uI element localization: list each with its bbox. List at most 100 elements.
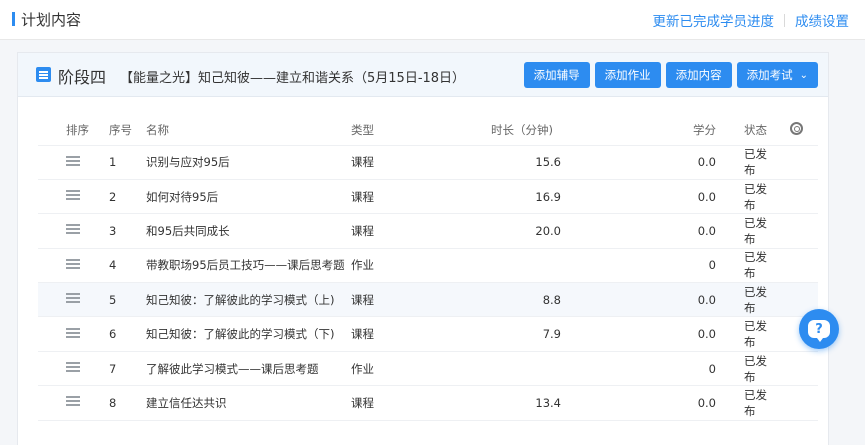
row-index: 5 <box>91 282 146 318</box>
drag-handle[interactable] <box>38 351 91 387</box>
add-exam-label: 添加考试 <box>746 68 793 82</box>
row-index: 4 <box>91 248 146 284</box>
row-credit: 0 <box>561 248 716 284</box>
drag-handle[interactable] <box>38 213 91 249</box>
row-duration: 13.4 <box>451 385 561 421</box>
row-name: 建立信任达共识 <box>146 385 351 421</box>
table-row[interactable]: 7 了解彼此学习模式——课后思考题 作业 0 已发布 <box>38 351 818 387</box>
drag-handle-icon <box>66 188 80 202</box>
row-status: 已发布 <box>716 145 774 180</box>
stage-name: 阶段四 <box>58 68 107 87</box>
drag-handle-icon <box>66 154 80 168</box>
row-credit: 0.0 <box>561 282 716 318</box>
row-index: 6 <box>91 316 146 352</box>
table-row[interactable]: 6 知己知彼：了解彼此的学习模式（下) 课程 7.9 0.0 已发布 <box>38 316 818 352</box>
chevron-down-icon: ⌄ <box>799 69 808 81</box>
update-progress-link[interactable]: 更新已完成学员进度 <box>653 10 775 30</box>
drag-handle[interactable] <box>38 282 91 318</box>
row-status: 已发布 <box>716 248 774 284</box>
gear-icon <box>789 121 803 135</box>
header-index: 序号 <box>91 115 146 146</box>
table-row[interactable]: 3 和95后共同成长 课程 20.0 0.0 已发布 <box>38 213 818 249</box>
drag-handle-icon <box>66 394 80 408</box>
drag-handle-icon <box>66 326 80 340</box>
drag-handle-icon <box>66 291 80 305</box>
column-settings-button[interactable] <box>774 115 818 146</box>
row-status: 已发布 <box>716 316 774 352</box>
row-status: 已发布 <box>716 282 774 318</box>
stage-title: 【能量之光】知己知彼——建立和谐关系（5月15日-18日） <box>120 71 466 86</box>
add-exam-dropdown[interactable]: 添加考试 ⌄ <box>736 62 818 88</box>
row-type: 课程 <box>351 385 451 421</box>
row-duration <box>451 248 561 284</box>
row-type: 课程 <box>351 316 451 352</box>
table-row[interactable]: 5 知己知彼：了解彼此的学习模式（上) 课程 8.8 0.0 已发布 <box>38 282 818 318</box>
table-row[interactable]: 8 建立信任达共识 课程 13.4 0.0 已发布 <box>38 385 818 421</box>
add-content-button[interactable]: 添加内容 <box>665 62 732 88</box>
stage-header: 阶段四 【能量之光】知己知彼——建立和谐关系（5月15日-18日） 添加辅导 添… <box>18 53 828 97</box>
row-status: 已发布 <box>716 385 774 421</box>
add-tutoring-button[interactable]: 添加辅导 <box>523 62 590 88</box>
row-index: 8 <box>91 385 146 421</box>
header-type: 类型 <box>351 115 451 146</box>
row-status: 已发布 <box>716 179 774 215</box>
table-row[interactable]: 1 识别与应对95后 课程 15.6 0.0 已发布 <box>38 145 818 180</box>
drag-handle[interactable] <box>38 248 91 284</box>
row-type: 课程 <box>351 282 451 318</box>
row-duration: 8.8 <box>451 282 561 318</box>
header-duration: 时长（分钟) <box>451 115 561 146</box>
row-status: 已发布 <box>716 351 774 387</box>
help-button[interactable]: ? <box>799 309 839 349</box>
row-name: 知己知彼：了解彼此的学习模式（上) <box>146 282 351 318</box>
row-name: 和95后共同成长 <box>146 213 351 249</box>
title-accent-bar <box>12 12 15 26</box>
row-index: 3 <box>91 213 146 249</box>
row-credit: 0.0 <box>561 385 716 421</box>
drag-handle[interactable] <box>38 179 91 215</box>
row-credit: 0 <box>561 351 716 387</box>
row-duration: 20.0 <box>451 213 561 249</box>
drag-handle[interactable] <box>38 385 91 421</box>
row-name: 知己知彼：了解彼此的学习模式（下) <box>146 316 351 352</box>
row-type: 课程 <box>351 213 451 249</box>
score-settings-link[interactable]: 成绩设置 <box>795 10 849 30</box>
drag-handle[interactable] <box>38 316 91 352</box>
row-credit: 0.0 <box>561 179 716 215</box>
table-header-row: 排序 序号 名称 类型 时长（分钟) 学分 状态 <box>38 115 818 146</box>
header-name: 名称 <box>146 115 351 146</box>
row-index: 7 <box>91 351 146 387</box>
row-type: 作业 <box>351 248 451 284</box>
header-credit: 学分 <box>561 115 716 146</box>
help-icon: ? <box>808 320 830 342</box>
add-homework-button[interactable]: 添加作业 <box>594 62 661 88</box>
row-type: 作业 <box>351 351 451 387</box>
row-duration: 7.9 <box>451 316 561 352</box>
row-name: 带教职场95后员工技巧——课后思考题 <box>146 248 351 284</box>
row-credit: 0.0 <box>561 213 716 249</box>
row-index: 1 <box>91 145 146 180</box>
row-spacer <box>774 213 818 249</box>
plan-table: 排序 序号 名称 类型 时长（分钟) 学分 状态 1 识别与应对95后 课程 15.6… <box>38 115 818 421</box>
row-credit: 0.0 <box>561 145 716 180</box>
document-icon <box>36 67 51 82</box>
row-status: 已发布 <box>716 213 774 249</box>
table-row[interactable]: 4 带教职场95后员工技巧——课后思考题 作业 0 已发布 <box>38 248 818 284</box>
row-spacer <box>774 351 818 387</box>
row-name: 了解彼此学习模式——课后思考题 <box>146 351 351 387</box>
page-title: 计划内容 <box>21 11 82 29</box>
link-divider <box>784 13 785 27</box>
header-links: 更新已完成学员进度 成绩设置 <box>653 10 849 30</box>
stage-card: 阶段四 【能量之光】知己知彼——建立和谐关系（5月15日-18日） 添加辅导 添… <box>17 52 829 445</box>
drag-handle-icon <box>66 257 80 271</box>
row-duration: 15.6 <box>451 145 561 180</box>
drag-handle[interactable] <box>38 145 91 180</box>
row-spacer <box>774 179 818 215</box>
header-sort: 排序 <box>38 115 91 146</box>
stage-actions: 添加辅导 添加作业 添加内容 添加考试 ⌄ <box>523 62 818 88</box>
row-type: 课程 <box>351 179 451 215</box>
row-type: 课程 <box>351 145 451 180</box>
row-spacer <box>774 385 818 421</box>
table-row[interactable]: 2 如何对待95后 课程 16.9 0.0 已发布 <box>38 179 818 215</box>
row-index: 2 <box>91 179 146 215</box>
drag-handle-icon <box>66 222 80 236</box>
